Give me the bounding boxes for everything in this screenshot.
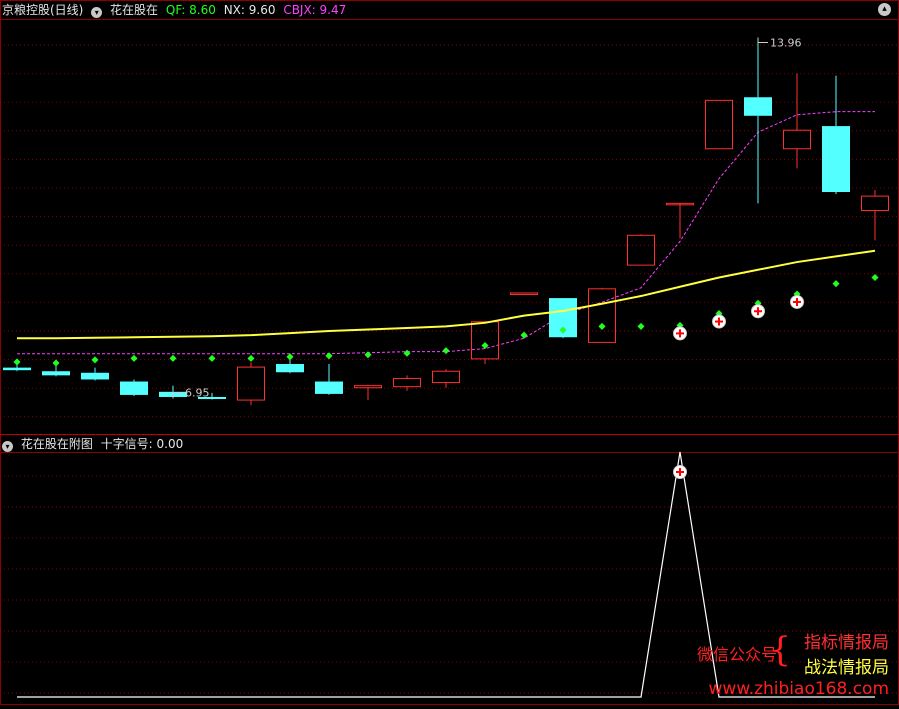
cross-signal-icon bbox=[712, 314, 726, 329]
candle-body bbox=[627, 234, 655, 266]
qf-dot bbox=[208, 354, 216, 362]
candle bbox=[588, 287, 616, 343]
candle-body bbox=[588, 288, 616, 343]
sub-chart-header: ▾ 花在股在附图 十字信号: 0.00 bbox=[2, 435, 187, 453]
candle bbox=[627, 234, 655, 266]
watermark-line2: 战法情报局 bbox=[804, 658, 889, 678]
cbjx-value: CBJX: 9.47 bbox=[283, 3, 347, 17]
qf-dot bbox=[247, 354, 255, 362]
watermark-wechat: 微信公众号 bbox=[696, 645, 777, 664]
price-annotation-label: 6.95 bbox=[185, 387, 210, 400]
watermark-site: www.zhibiao168.com bbox=[708, 679, 889, 699]
candle bbox=[237, 362, 265, 406]
indicator-name[interactable]: 花在股在 bbox=[110, 3, 158, 17]
candle bbox=[432, 369, 460, 388]
qf-dots bbox=[13, 273, 879, 367]
candle bbox=[315, 364, 343, 395]
nx-value: NX: 9.60 bbox=[223, 3, 276, 17]
candle-body bbox=[705, 99, 733, 150]
cross-signal-icon bbox=[790, 294, 804, 309]
candle bbox=[81, 367, 109, 381]
cross-signal-icon bbox=[751, 304, 765, 319]
candle-body bbox=[510, 292, 538, 295]
candle bbox=[783, 73, 811, 169]
cross-signal-icon bbox=[673, 326, 687, 341]
qf-dot bbox=[520, 331, 528, 339]
candle-body bbox=[744, 97, 772, 116]
cbjx-line bbox=[17, 111, 875, 355]
candle-body bbox=[3, 367, 31, 371]
candle-body bbox=[861, 195, 889, 212]
watermark-line1: 指标情报局 bbox=[804, 633, 889, 653]
qf-dot bbox=[169, 354, 177, 362]
qf-dot bbox=[637, 322, 645, 330]
candle bbox=[120, 379, 148, 396]
price-annotation-pointer bbox=[757, 37, 768, 44]
candle-body bbox=[315, 381, 343, 394]
qf-dot bbox=[91, 356, 99, 364]
qf-dot bbox=[130, 354, 138, 362]
qf-dot bbox=[13, 358, 21, 366]
nx-line bbox=[17, 249, 876, 340]
candle-body bbox=[237, 366, 265, 401]
candle bbox=[510, 292, 538, 295]
candle bbox=[705, 99, 733, 150]
candle-body bbox=[432, 370, 460, 384]
watermark-brace-icon: { bbox=[769, 630, 791, 670]
chart-canvas[interactable]: 13.96 6.95 bbox=[0, 0, 899, 705]
sub-indicator-name[interactable]: 花在股在附图 bbox=[21, 437, 93, 451]
candle-body bbox=[822, 126, 850, 193]
qf-dot bbox=[403, 349, 411, 357]
qf-dot bbox=[52, 359, 60, 367]
qf-dot bbox=[442, 347, 450, 355]
maximize-icon[interactable]: ▴ bbox=[878, 3, 891, 16]
sub-cross-signal-icon bbox=[673, 465, 687, 479]
candle-body bbox=[783, 129, 811, 150]
candle bbox=[354, 384, 382, 401]
candle bbox=[42, 366, 70, 377]
candle bbox=[666, 202, 694, 239]
qf-value: QF: 8.60 bbox=[165, 3, 216, 17]
main-chart-header: 京粮控股(日线) ▾ 花在股在 QF: 8.60 NX: 9.60 CBJX: … bbox=[2, 1, 350, 19]
qf-dot bbox=[832, 280, 840, 288]
qf-dot bbox=[598, 322, 606, 330]
price-annotation-label: 13.96 bbox=[770, 37, 802, 50]
candle-body bbox=[276, 364, 304, 373]
indicator-dropdown-icon[interactable]: ▾ bbox=[91, 7, 103, 18]
candle-body bbox=[120, 381, 148, 395]
candle-body bbox=[393, 377, 421, 388]
qf-dot bbox=[364, 351, 372, 359]
cross-signal-value: 十字信号: 0.00 bbox=[100, 437, 184, 451]
candle-body bbox=[471, 321, 499, 360]
candle bbox=[861, 189, 889, 241]
candle bbox=[744, 37, 772, 204]
candle bbox=[822, 75, 850, 195]
qf-dot bbox=[871, 273, 879, 282]
qf-dot bbox=[325, 352, 333, 360]
candle-body bbox=[42, 371, 70, 376]
candle-body bbox=[81, 372, 109, 380]
chart-window: 13.96 6.95 京粮控股(日线) ▾ 花在股在 QF: 8.60 NX: 9… bbox=[0, 0, 899, 705]
candle-body bbox=[354, 385, 382, 389]
sub-indicator-dropdown-icon[interactable]: ▾ bbox=[2, 441, 13, 452]
stock-title: 京粮控股(日线) bbox=[2, 3, 84, 17]
